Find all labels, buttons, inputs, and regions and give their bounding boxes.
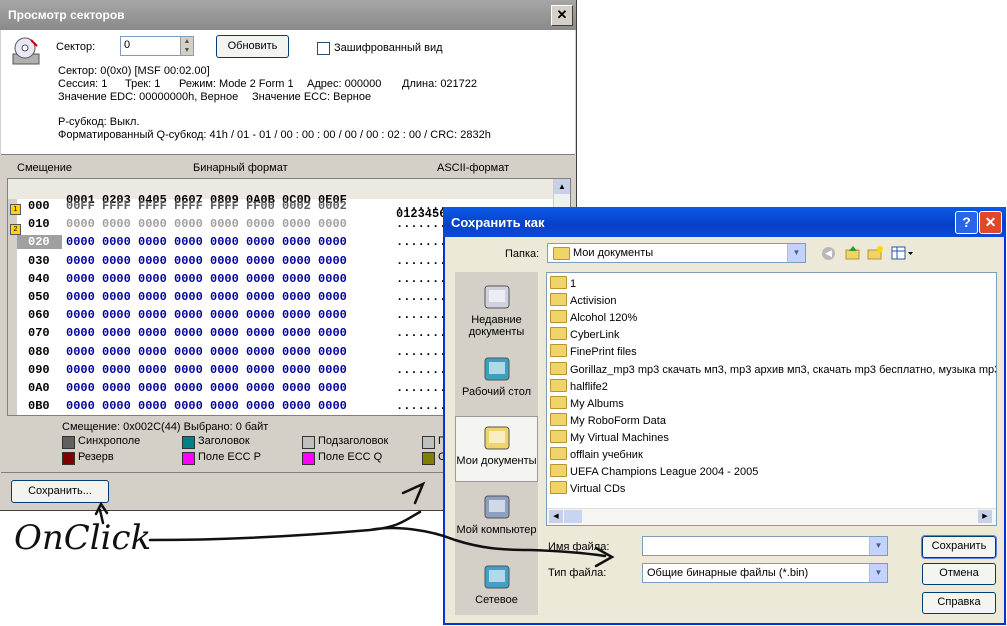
annotation-arrow-line <box>148 510 607 558</box>
arrow-head-up-icon <box>401 481 426 505</box>
annotation-overlay: OnClick <box>14 481 615 568</box>
onclick-annotation-text: OnClick <box>14 518 151 558</box>
